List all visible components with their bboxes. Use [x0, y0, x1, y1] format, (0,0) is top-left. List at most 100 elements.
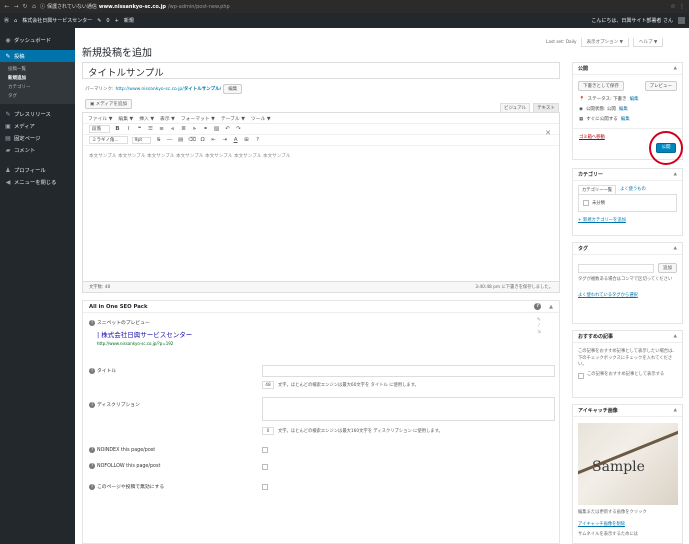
menu-file[interactable]: ファイル ▼	[88, 115, 112, 122]
reload-icon[interactable]: ↻	[22, 3, 28, 10]
popular-tags-link[interactable]: よく使われているタグから選択	[578, 293, 638, 298]
sidebar-item-press-release[interactable]: ✎ プレスリリース	[0, 108, 75, 120]
remove-featured-image-link[interactable]: アイキャッチ画像を削除	[578, 522, 625, 527]
noindex-checkbox[interactable]	[262, 447, 268, 453]
menu-edit[interactable]: 編集 ▼	[118, 115, 133, 122]
tab-all-categories[interactable]: カテゴリー一覧	[578, 185, 617, 194]
undo-icon[interactable]: ↶	[224, 126, 231, 132]
add-new-category-link[interactable]: + 新規カテゴリーを追加	[578, 218, 626, 223]
submenu-all-posts[interactable]: 投稿一覧	[0, 65, 75, 74]
help-tab[interactable]: ヘルプ ▼	[632, 38, 664, 47]
outdent-icon[interactable]: ⇤	[210, 137, 217, 143]
save-draft-button[interactable]: 下書きとして保存	[578, 81, 624, 91]
bold-icon[interactable]: B	[114, 126, 121, 132]
toggle-arrow-icon[interactable]: ▲	[674, 334, 677, 339]
permalink-link[interactable]: http://www.nissankyo-sc.co.jp/タイトルサンプル/	[116, 86, 222, 92]
help-icon[interactable]: ?	[89, 367, 95, 374]
star-icon[interactable]: ☆	[670, 3, 676, 10]
sidebar-item-pages[interactable]: ▤ 固定ページ	[0, 132, 75, 144]
home-icon[interactable]: ⌂	[31, 3, 37, 10]
toggle-arrow-icon[interactable]: ▲	[674, 408, 677, 413]
new-content-link[interactable]: 新規	[124, 17, 134, 24]
post-title-input[interactable]: タイトルサンプル	[82, 62, 560, 79]
avatar[interactable]	[678, 17, 685, 24]
screen-options-tab[interactable]: 表示オプション ▼	[580, 38, 629, 47]
add-media-button[interactable]: ▣ メディアを追加	[85, 99, 132, 109]
publish-box-header[interactable]: 公開 ▲	[573, 63, 682, 75]
special-char-icon[interactable]: Ω	[199, 137, 206, 143]
italic-icon[interactable]: I	[125, 126, 132, 132]
editor-body-text[interactable]: 本文サンプル 本文サンプル 本文サンプル 本文サンプル 本文サンプル 本文サンプ…	[83, 146, 559, 166]
bullet-list-icon[interactable]: ☰	[147, 126, 154, 132]
redo-icon[interactable]: ↷	[235, 126, 242, 132]
help-icon[interactable]: ?	[254, 137, 261, 143]
help-icon[interactable]: ?	[89, 447, 95, 453]
help-icon[interactable]: ?	[89, 401, 95, 408]
strikethrough-icon[interactable]: S̶	[155, 137, 162, 143]
menu-table[interactable]: テーブル ▼	[221, 115, 245, 122]
image-icon[interactable]: ▨	[213, 126, 220, 132]
help-icon[interactable]: ?	[89, 319, 95, 326]
edit-schedule-link[interactable]: 編集	[621, 116, 630, 122]
menu-insert[interactable]: 挿入 ▼	[139, 115, 154, 122]
recommend-checkbox[interactable]	[578, 372, 584, 379]
horizontal-rule-icon[interactable]: ―	[166, 137, 173, 143]
sidebar-item-media[interactable]: ▣ メディア	[0, 120, 75, 132]
wordpress-logo-icon[interactable]: Ⓦ	[4, 17, 9, 24]
text-color-icon[interactable]: A	[232, 137, 239, 143]
edit-status-link[interactable]: 編集	[630, 96, 639, 102]
blockquote-icon[interactable]: ❝	[136, 126, 143, 132]
permalink-edit-button[interactable]: 編集	[223, 84, 243, 94]
snippet-edit-icon[interactable]: ✎ ⁄ ⇲	[537, 317, 541, 335]
tags-box-header[interactable]: タグ ▲	[573, 243, 682, 255]
toggle-arrow-icon[interactable]: ▲	[674, 246, 677, 251]
back-icon[interactable]: ←	[4, 3, 10, 10]
font-size-select[interactable]: 9pt	[131, 136, 152, 144]
site-name-link[interactable]: 株式会社日興サービスセンター	[22, 17, 92, 24]
toggle-arrow-icon[interactable]: ▲	[549, 304, 553, 310]
submenu-add-new[interactable]: 新規追加	[0, 74, 75, 83]
sidebar-collapse-menu[interactable]: ◀ メニューを閉じる	[0, 176, 75, 188]
submenu-tags[interactable]: タグ	[0, 92, 75, 101]
help-icon[interactable]: ?	[534, 303, 542, 310]
toggle-arrow-icon[interactable]: ▲	[674, 172, 677, 177]
categories-box-header[interactable]: カテゴリー ▲	[573, 169, 682, 181]
move-to-trash-link[interactable]: ゴミ箱へ移動	[579, 135, 605, 140]
paste-text-icon[interactable]: ▤	[177, 137, 184, 143]
seo-description-textarea[interactable]	[262, 397, 555, 421]
indent-icon[interactable]: ⇥	[221, 137, 228, 143]
nofollow-checkbox[interactable]	[262, 464, 268, 470]
clear-format-icon[interactable]: ⌫	[188, 137, 196, 143]
seo-title-input[interactable]	[262, 365, 555, 377]
menu-icon[interactable]: ⋮	[679, 3, 685, 10]
disable-seo-checkbox[interactable]	[262, 484, 268, 490]
sidebar-item-comments[interactable]: ▰ コメント	[0, 144, 75, 156]
category-checkbox[interactable]	[583, 200, 589, 206]
sidebar-item-profile[interactable]: ♟ プロフィール	[0, 164, 75, 176]
font-family-select[interactable]: ミラギノ角...	[89, 136, 128, 144]
submenu-categories[interactable]: カテゴリー	[0, 83, 75, 92]
seo-pack-header[interactable]: All in One SEO Pack ? ▲	[83, 301, 559, 313]
add-tag-button[interactable]: 追加	[658, 263, 677, 273]
tab-popular-categories[interactable]: よく使うもの	[620, 185, 646, 194]
help-icon[interactable]: ?	[89, 463, 95, 469]
featured-image-box-header[interactable]: アイキャッチ画像 ▲	[573, 405, 682, 417]
sidebar-item-dashboard[interactable]: ◉ ダッシュボード	[0, 34, 75, 46]
align-right-icon[interactable]: ⫸	[191, 126, 198, 133]
edit-visibility-link[interactable]: 編集	[619, 106, 628, 112]
sidebar-item-posts[interactable]: ✎ 投稿	[0, 50, 75, 62]
menu-format[interactable]: フォーマット ▼	[181, 115, 215, 122]
help-icon[interactable]: ?	[89, 483, 95, 490]
format-select[interactable]: 段落	[89, 125, 110, 133]
table-icon[interactable]: ⊞	[243, 137, 250, 143]
menu-tools[interactable]: ツール ▼	[251, 115, 271, 122]
link-icon[interactable]: ⚭	[202, 126, 209, 132]
user-greeting[interactable]: こんにちは、日興サイト部署者 さん	[591, 17, 673, 24]
menu-view[interactable]: 表示 ▼	[160, 115, 175, 122]
align-center-icon[interactable]: ≣	[180, 126, 187, 132]
close-icon[interactable]: ✕	[545, 129, 551, 137]
toggle-arrow-icon[interactable]: ▲	[674, 66, 677, 71]
recommend-box-header[interactable]: おすすめの記事 ▲	[573, 331, 682, 343]
comment-icon[interactable]: ✎	[97, 18, 101, 24]
align-left-icon[interactable]: ⫷	[169, 126, 176, 133]
